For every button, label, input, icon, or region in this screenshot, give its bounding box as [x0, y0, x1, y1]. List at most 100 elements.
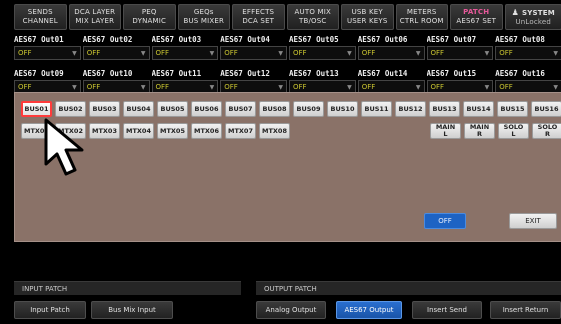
tab-geqs-bus-mixer[interactable]: GEQs BUS MIXER [177, 4, 230, 30]
tab-label-top: EFFECTS [242, 8, 275, 16]
tab-label-top: SENDS [27, 8, 53, 16]
channel-source-select[interactable]: OFF ▼ [426, 46, 494, 60]
button-label-bottom: L [443, 130, 448, 138]
tab-label-bottom: DYNAMIC [132, 17, 167, 25]
channel-source-value: OFF [430, 49, 445, 57]
mtx-button[interactable]: MTX07 [225, 123, 256, 139]
tab-label-bottom: CTRL ROOM [399, 17, 444, 25]
channel-source-select[interactable]: OFF ▼ [289, 46, 356, 60]
system-label: SYSTEM [522, 8, 555, 17]
channel-source-value: OFF [86, 49, 101, 57]
bus-button[interactable]: BUS01 [21, 101, 52, 117]
channel-source-select[interactable]: OFF ▼ [220, 46, 287, 60]
bus-button[interactable]: BUS11 [361, 101, 392, 117]
bus-select-panel: BUS01 BUS02 BUS03 BUS04 BUS05 BUS06 BUS07 BUS08… [14, 92, 561, 242]
tab-usb-key-user-keys[interactable]: USB KEY USER KEYS [341, 4, 394, 30]
channel-name: AES67 Out08 [495, 35, 545, 44]
channel-name: AES67 Out09 [14, 69, 64, 78]
tab-auto-mix-tb-osc[interactable]: AUTO MIX TB/OSC [286, 4, 339, 30]
channel-source-value: OFF [224, 49, 238, 57]
dropdown-arrow-icon: ▼ [72, 49, 77, 57]
bus-button[interactable]: BUS08 [259, 101, 290, 117]
tab-label-top: METERS [406, 8, 437, 16]
channel-name: AES67 Out03 [151, 35, 202, 44]
mtx-button[interactable]: MTX01 [21, 123, 52, 139]
tab-system[interactable]: ♟ SYSTEM UnLocked [504, 4, 561, 30]
tab-meters-ctrl-room[interactable]: METERS CTRL ROOM [395, 4, 448, 30]
bus-button[interactable]: BUS15 [497, 101, 528, 117]
bus-button[interactable]: BUS05 [157, 101, 188, 117]
exit-button[interactable]: EXIT [509, 213, 557, 229]
channel-cell: AES67 Out01 OFF ▼ [14, 34, 81, 62]
bus-button[interactable]: BUS14 [463, 101, 494, 117]
tab-dca-layer-mix-layer[interactable]: DCA LAYER MIX LAYER [68, 4, 121, 30]
mtx-button[interactable]: MTX05 [157, 123, 188, 139]
channel-source-value: OFF [361, 83, 376, 91]
main-solo-button[interactable]: MAIN L [430, 123, 461, 139]
channel-source-select[interactable]: OFF ▼ [82, 46, 150, 60]
output-patch-header: OUTPUT PATCH [256, 281, 561, 295]
tab-label-top: AUTO MIX [294, 8, 331, 16]
button-label-bottom: R [544, 130, 550, 138]
tab-label-top: ♟ SYSTEM [512, 8, 555, 18]
channel-source-select[interactable]: OFF ▼ [495, 46, 561, 60]
mtx-button-row: MTX01 MTX02 MTX03 MTX04 MTX05 MTX06 MTX07 MTX08… [21, 123, 561, 139]
dropdown-arrow-icon: ▼ [415, 83, 421, 91]
dropdown-arrow-icon: ▼ [553, 49, 558, 57]
dropdown-arrow-icon: ▼ [278, 49, 283, 57]
dropdown-arrow-icon: ▼ [347, 83, 352, 91]
dropdown-arrow-icon: ▼ [209, 83, 215, 91]
bus-button[interactable]: BUS06 [191, 101, 222, 117]
tab-sends-channel[interactable]: SENDS CHANNEL [14, 4, 67, 30]
input-patch-button[interactable]: Input Patch [14, 301, 86, 319]
channel-source-select[interactable]: OFF ▼ [357, 46, 425, 60]
channel-cell: AES67 Out06 OFF ▼ [357, 34, 425, 62]
tab-label-bottom: MIX LAYER [75, 17, 115, 25]
channel-source-value: OFF [293, 49, 307, 57]
insert-return-button[interactable]: Insert Return [490, 301, 561, 319]
tab-peq-dynamic[interactable]: PEQ DYNAMIC [123, 4, 176, 30]
bus-button[interactable]: BUS16 [531, 101, 561, 117]
channel-cell: AES67 Out02 OFF ▼ [82, 34, 150, 62]
channel-source-value: OFF [224, 83, 238, 91]
lock-status: UnLocked [515, 17, 552, 26]
bus-button[interactable]: BUS02 [55, 101, 86, 117]
channel-source-value: OFF [499, 49, 513, 57]
channel-source-value: OFF [430, 83, 445, 91]
main-solo-button[interactable]: MAIN R [464, 123, 495, 139]
mtx-button[interactable]: MTX02 [55, 123, 86, 139]
channel-source-select[interactable]: OFF ▼ [151, 46, 219, 60]
analog-output-button[interactable]: Analog Output [256, 301, 326, 319]
bus-button[interactable]: BUS12 [395, 101, 426, 117]
bus-button[interactable]: BUS13 [429, 101, 460, 117]
input-patch-header: INPUT PATCH [14, 281, 241, 295]
bus-button[interactable]: BUS10 [327, 101, 358, 117]
mtx-button[interactable]: MTX03 [89, 123, 120, 139]
bus-button[interactable]: BUS03 [89, 101, 120, 117]
bus-button[interactable]: BUS09 [293, 101, 324, 117]
dropdown-arrow-icon: ▼ [278, 83, 283, 91]
mtx-button[interactable]: MTX04 [123, 123, 154, 139]
off-button[interactable]: OFF [424, 213, 466, 229]
user-icon: ♟ [511, 7, 520, 17]
bus-button[interactable]: BUS04 [123, 101, 154, 117]
tab-patch-aes67-set[interactable]: PATCH AES67 SET [450, 4, 503, 30]
main-solo-button[interactable]: SOLO R [532, 123, 561, 139]
bus-button[interactable]: BUS07 [225, 101, 256, 117]
channel-name: AES67 Out11 [151, 69, 202, 78]
mtx-button[interactable]: MTX06 [191, 123, 222, 139]
dropdown-arrow-icon: ▼ [484, 49, 490, 57]
channel-source-select[interactable]: OFF ▼ [14, 46, 81, 60]
aes67-output-channel-grid: AES67 Out01 OFF ▼ AES67 Out02 OFF ▼ AES67 Out0… [14, 34, 561, 96]
dropdown-arrow-icon: ▼ [484, 83, 490, 91]
row-spacer [293, 123, 427, 139]
aes67-output-button[interactable]: AES67 Output [336, 301, 402, 319]
channel-name: AES67 Out01 [14, 35, 64, 44]
channel-source-value: OFF [499, 83, 513, 91]
bus-mix-input-button[interactable]: Bus Mix Input [91, 301, 173, 319]
insert-send-button[interactable]: Insert Send [412, 301, 482, 319]
main-solo-button[interactable]: SOLO L [498, 123, 529, 139]
tab-effects-dca-set[interactable]: EFFECTS DCA SET [232, 4, 285, 30]
channel-name: AES67 Out14 [357, 69, 408, 78]
mtx-button[interactable]: MTX08 [259, 123, 290, 139]
